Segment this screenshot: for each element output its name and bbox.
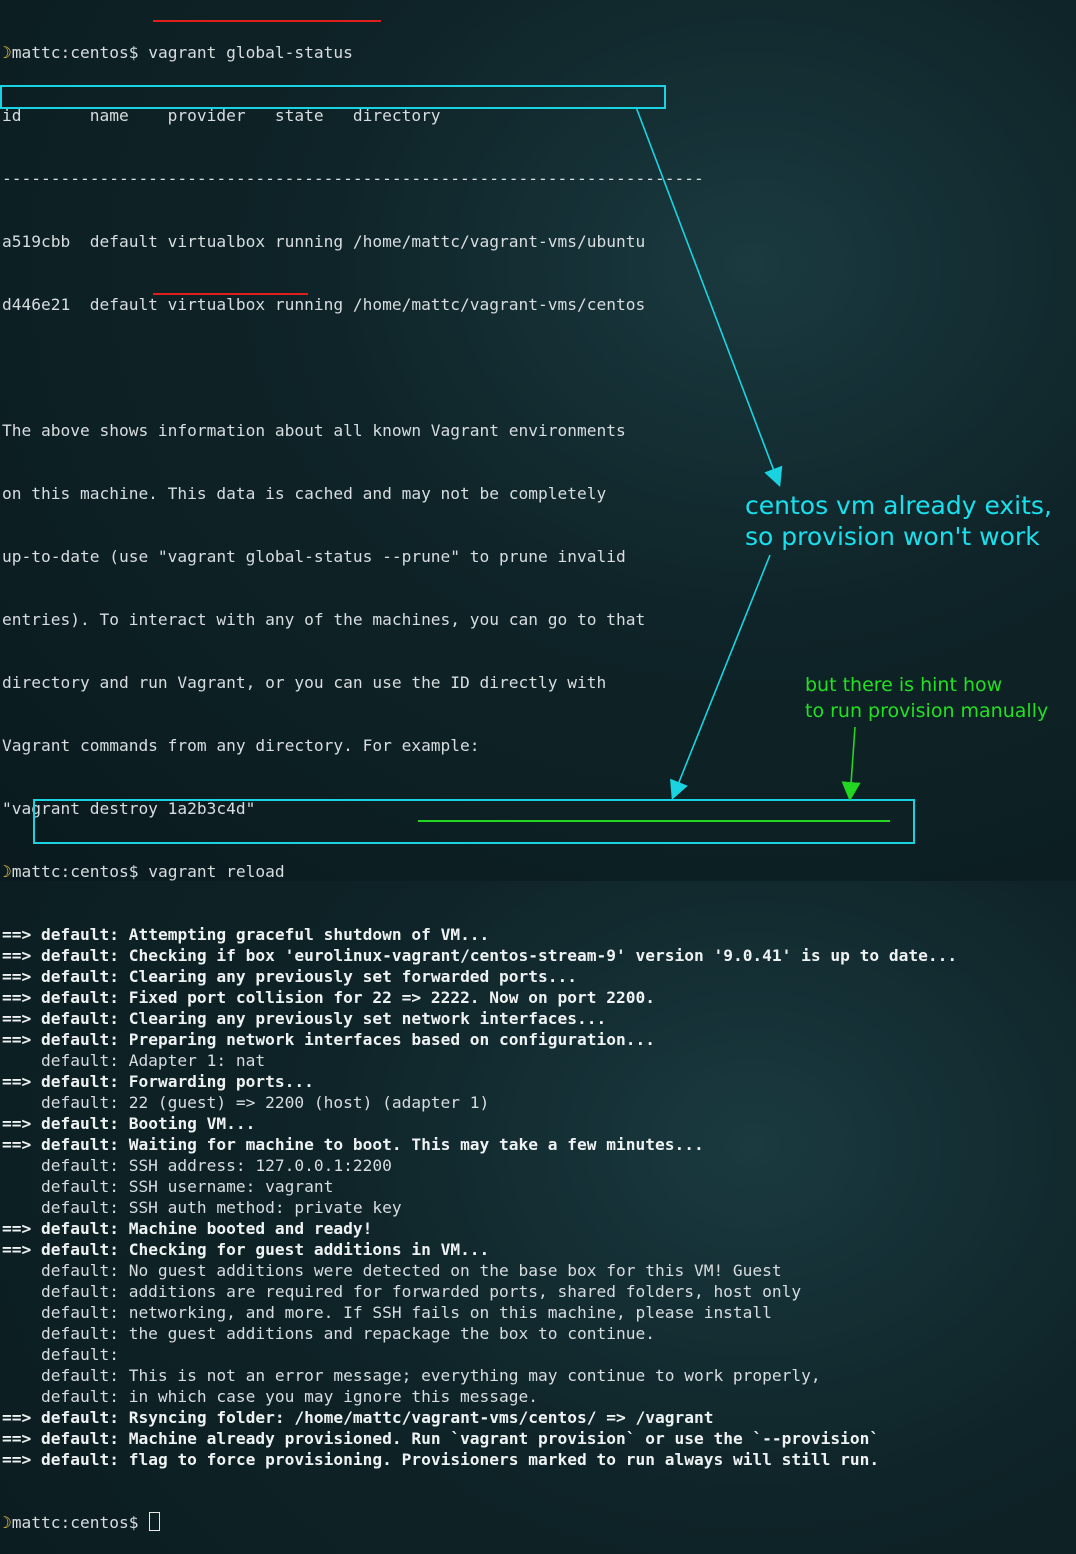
output-text: default: Clearing any previously set for… — [41, 967, 578, 986]
output-line: ==> default: Clearing any previously set… — [0, 966, 1076, 987]
cyan-annotation: centos vm already exits, so provision wo… — [745, 491, 1052, 551]
output-text: default: the guest additions and repacka… — [40, 1324, 655, 1343]
output-text: default: Booting VM... — [41, 1114, 256, 1133]
output-line: ==> default: Clearing any previously set… — [0, 1008, 1076, 1029]
output-line: default: 22 (guest) => 2200 (host) (adap… — [0, 1092, 1076, 1113]
output-arrow: ==> — [2, 1114, 32, 1133]
output-arrow: ==> — [2, 988, 32, 1007]
output-arrow: ==> — [2, 1135, 32, 1154]
output-text: default: Adapter 1: nat — [40, 1051, 266, 1070]
output-line: default: networking, and more. If SSH fa… — [0, 1302, 1076, 1323]
output-line: ==> default: Checking for guest addition… — [0, 1239, 1076, 1260]
output-text: default: additions are required for forw… — [40, 1282, 802, 1301]
output-text: default: SSH username: vagrant — [40, 1177, 334, 1196]
output-line: default: SSH address: 127.0.0.1:2200 — [0, 1155, 1076, 1176]
output-text: default: Machine already provisioned. Ru… — [41, 1429, 880, 1448]
output-line: default: This is not an error message; e… — [0, 1365, 1076, 1386]
output-text: default: Waiting for machine to boot. Th… — [41, 1135, 704, 1154]
green-arrow — [841, 726, 861, 802]
output-text: default: Checking if box 'eurolinux-vagr… — [41, 946, 958, 965]
output-text: default: Clearing any previously set net… — [41, 1009, 607, 1028]
output-text: default: 22 (guest) => 2200 (host) (adap… — [40, 1093, 490, 1112]
output-arrow: ==> — [2, 1219, 32, 1238]
output-text: default: Rsyncing folder: /home/mattc/va… — [41, 1408, 714, 1427]
cyan-arrow — [635, 106, 783, 487]
output-line: default: — [0, 1344, 1076, 1365]
moon-icon: ☽ — [2, 1513, 12, 1532]
prompt: mattc:centos$ — [11, 1513, 139, 1532]
output-line: default: in which case you may ignore th… — [0, 1386, 1076, 1407]
output-text: default: SSH address: 127.0.0.1:2200 — [40, 1156, 392, 1175]
output-text: default: Attempting graceful shutdown of… — [41, 925, 490, 944]
output-text: default: — [40, 1345, 119, 1364]
annotation-arrows — [635, 106, 861, 802]
output-text: default: in which case you may ignore th… — [40, 1387, 539, 1406]
output-line: ==> default: Machine booted and ready! — [0, 1218, 1076, 1239]
output-text: default: Preparing network interfaces ba… — [41, 1030, 655, 1049]
output-line: default: SSH username: vagrant — [0, 1176, 1076, 1197]
output-line: ==> default: Rsyncing folder: /home/matt… — [0, 1407, 1076, 1428]
reload-output: ==> default: Attempting graceful shutdow… — [0, 924, 1076, 1470]
output-line: ==> default: Waiting for machine to boot… — [0, 1134, 1076, 1155]
output-line: ==> default: Booting VM... — [0, 1113, 1076, 1134]
output-arrow: ==> — [2, 1072, 32, 1091]
output-line: ==> default: Preparing network interface… — [0, 1029, 1076, 1050]
output-text: default: Checking for guest additions in… — [41, 1240, 490, 1259]
output-line: ==> default: Fixed port collision for 22… — [0, 987, 1076, 1008]
output-arrow: ==> — [2, 946, 32, 965]
text-cursor[interactable] — [149, 1512, 161, 1531]
output-arrow: ==> — [2, 1240, 32, 1259]
output-text: default: No guest additions were detecte… — [40, 1261, 782, 1280]
output-line: ==> default: flag to force provisioning.… — [0, 1449, 1076, 1470]
output-text: default: Fixed port collision for 22 => … — [41, 988, 655, 1007]
output-text: default: flag to force provisioning. Pro… — [41, 1450, 880, 1469]
output-line: default: No guest additions were detecte… — [0, 1260, 1076, 1281]
output-arrow: ==> — [2, 967, 32, 986]
output-text: default: Machine booted and ready! — [41, 1219, 373, 1238]
output-arrow: ==> — [2, 1450, 32, 1469]
output-text: default: networking, and more. If SSH fa… — [40, 1303, 772, 1322]
output-arrow: ==> — [2, 1009, 32, 1028]
output-line: ==> default: Checking if box 'eurolinux-… — [0, 945, 1076, 966]
prompt-line-3[interactable]: ☽mattc:centos$ — [0, 1512, 1076, 1533]
cyan-arrow — [670, 554, 771, 800]
output-line: ==> default: Attempting graceful shutdow… — [0, 924, 1076, 945]
output-arrow: ==> — [2, 1429, 32, 1448]
output-text: default: Forwarding ports... — [41, 1072, 314, 1091]
output-line: ==> default: Machine already provisioned… — [0, 1428, 1076, 1449]
output-line: default: Adapter 1: nat — [0, 1050, 1076, 1071]
output-line: default: additions are required for forw… — [0, 1281, 1076, 1302]
output-arrow: ==> — [2, 925, 32, 944]
output-text: default: This is not an error message; e… — [40, 1366, 821, 1385]
output-arrow: ==> — [2, 1030, 32, 1049]
output-line: default: the guest additions and repacka… — [0, 1323, 1076, 1344]
output-line: default: SSH auth method: private key — [0, 1197, 1076, 1218]
output-line: ==> default: Forwarding ports... — [0, 1071, 1076, 1092]
green-annotation: but there is hint how to run provision m… — [805, 674, 1049, 722]
output-arrow: ==> — [2, 1408, 32, 1427]
output-text: default: SSH auth method: private key — [40, 1198, 402, 1217]
